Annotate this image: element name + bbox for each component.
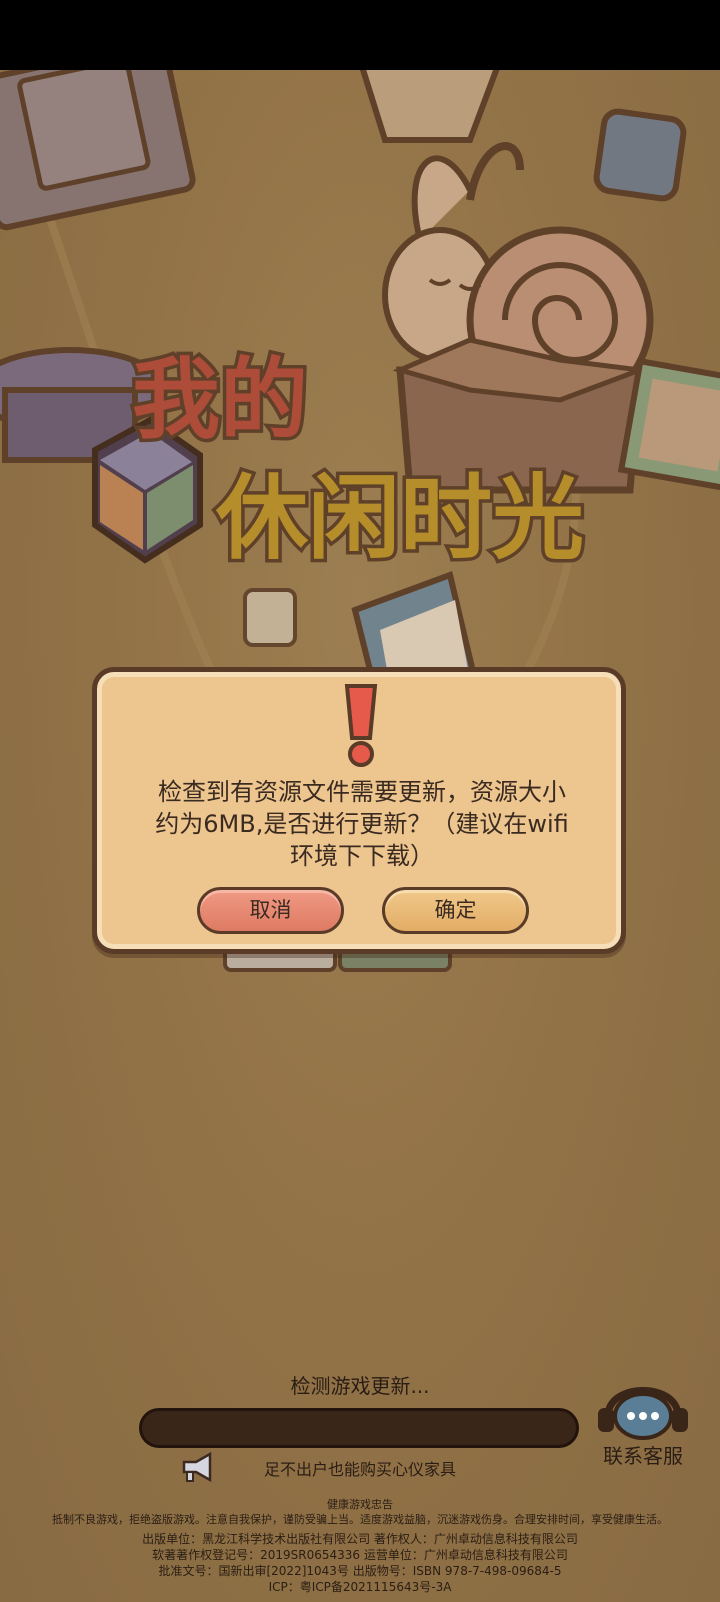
dialog-message-line: 约为6MB,是否进行更新？（建议在wifi <box>155 810 569 838</box>
dialog-message-line: 检查到有资源文件需要更新，资源大小 <box>158 778 566 806</box>
status-bar <box>0 0 720 70</box>
copyright-registration-line: 软著著作权登记号：2019SR0654336 运营单位：广州卓动信息科技有限公司 <box>152 1548 568 1562</box>
customer-service-label: 联系客服 <box>603 1444 683 1468</box>
approval-number-line: 批准文号：国新出审[2022]1043号 出版物号：ISBN 978-7-498… <box>158 1564 562 1578</box>
dialog-message-line: 环境下下载） <box>290 842 434 870</box>
progress-bar <box>139 1408 579 1448</box>
confirm-button[interactable]: 确定 <box>382 887 529 934</box>
exclamation-icon <box>344 684 378 767</box>
health-advice-text: 抵制不良游戏，拒绝盗版游戏。注意自我保护，谨防受骗上当。适度游戏益脑，沉迷游戏伤… <box>52 1513 668 1526</box>
icp-line: ICP：粤ICP备2021115643号-3A <box>268 1580 452 1594</box>
headset-chat-icon <box>598 1387 688 1440</box>
publisher-info-line: 出版单位：黑龙江科学技术出版社有限公司 著作权人：广州卓动信息科技有限公司 <box>142 1532 578 1546</box>
customer-service-button[interactable]: 联系客服 <box>586 1372 700 1468</box>
health-advice-title: 健康游戏忠告 <box>327 1498 393 1511</box>
cancel-button[interactable]: 取消 <box>197 887 344 934</box>
dialog-message: 检查到有资源文件需要更新，资源大小 约为6MB,是否进行更新？（建议在wifi … <box>127 776 597 872</box>
update-dialog: 检查到有资源文件需要更新，资源大小 约为6MB,是否进行更新？（建议在wifi … <box>92 667 626 954</box>
